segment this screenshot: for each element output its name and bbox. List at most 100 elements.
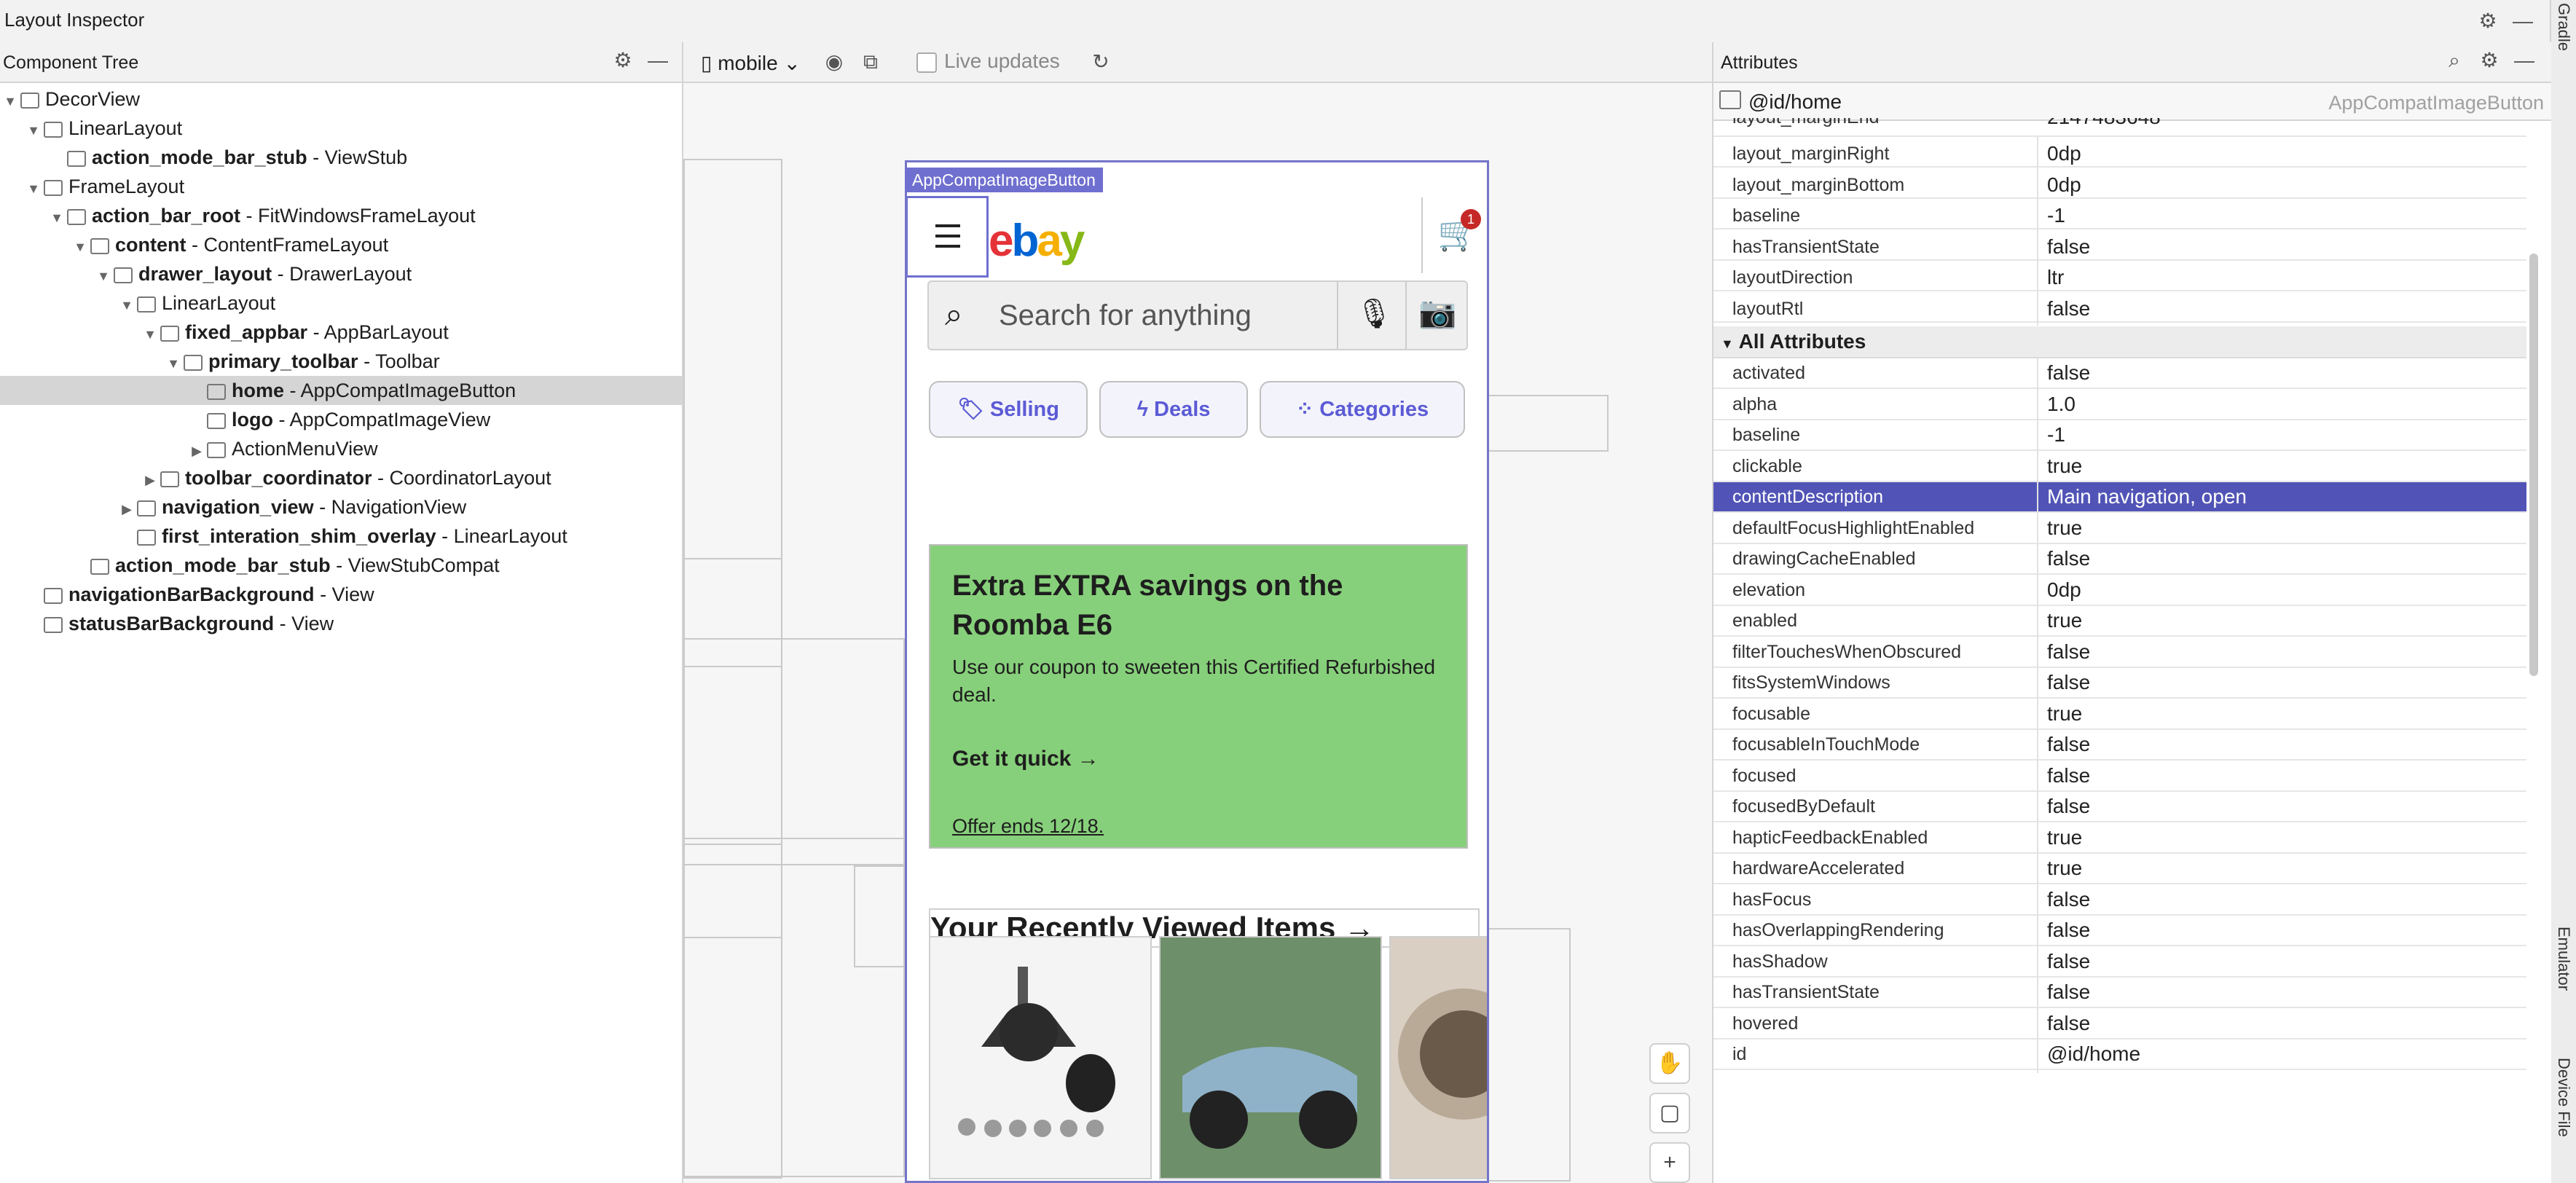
gear-icon[interactable]: ⚙ (2477, 48, 2502, 73)
attribute-row-drawingcacheenabled[interactable]: drawingCacheEnabled false (1713, 544, 2526, 578)
item-thumbnail[interactable] (1159, 936, 1382, 1179)
expand-arrow-icon[interactable]: ▼ (93, 262, 114, 291)
attribute-row[interactable]: baseline -1 (1713, 199, 2526, 232)
tree-row-content[interactable]: ▼ content - ContentFrameLayout (0, 230, 682, 259)
attribute-row-focusedbydefault[interactable]: focusedByDefault false (1713, 792, 2526, 825)
attribute-row[interactable]: layoutDirection ltr (1713, 261, 2526, 294)
live-updates-toggle[interactable]: Live updates (916, 50, 1060, 73)
attribute-row-contentdescription[interactable]: contentDescription Main navigation, open (1713, 482, 2526, 516)
tree-row-drawer-layout[interactable]: ▼ drawer_layout - DrawerLayout (0, 259, 682, 288)
attribute-row-fitssystemwindows[interactable]: fitsSystemWindows false (1713, 668, 2526, 701)
tree-row-first-interation-shim-overlay[interactable]: first_interation_shim_overlay - LinearLa… (0, 522, 682, 551)
expand-arrow-icon[interactable]: ▼ (47, 203, 67, 232)
attribute-value: false (2047, 763, 2091, 787)
microphone-icon[interactable]: 🎙 (1356, 296, 1393, 331)
tree-row-toolbar-coordinator[interactable]: ▶ toolbar_coordinator - CoordinatorLayout (0, 463, 682, 492)
collapsed-arrow-icon[interactable]: ▶ (117, 495, 137, 524)
attribute-row-hastransientstate[interactable]: hasTransientState false (1713, 978, 2526, 1011)
expand-arrow-icon[interactable]: ▼ (1721, 337, 1734, 351)
attribute-row-hasfocus[interactable]: hasFocus false (1713, 884, 2526, 919)
live-updates-checkbox[interactable] (916, 52, 937, 73)
tree-row-statusbarbackground[interactable]: statusBarBackground - View (0, 609, 682, 638)
attribute-row-filtertoucheswhenobscured[interactable]: filterTouchesWhenObscured false (1713, 637, 2526, 671)
tree-row-navigationbarbackground[interactable]: navigationBarBackground - View (0, 580, 682, 609)
promo-ends[interactable]: Offer ends 12/18. (952, 815, 1104, 838)
all-attributes-group[interactable]: ▼ All Attributes (1713, 326, 2526, 358)
expand-arrow-icon[interactable]: ▼ (140, 320, 160, 349)
tree-row-actionmenuview[interactable]: ▶ ActionMenuView (0, 434, 682, 463)
search-bar[interactable]: ⌕ Search for anything 🎙 📷 (927, 280, 1468, 350)
zoom-in-icon[interactable]: + (1649, 1142, 1690, 1183)
tree-row-action-bar-root[interactable]: ▼ action_bar_root - FitWindowsFrameLayout (0, 201, 682, 230)
device-file-tab[interactable]: Device File (2554, 1058, 2573, 1137)
scrollbar[interactable] (2529, 254, 2538, 676)
tree-row-action-mode-bar-stub[interactable]: action_mode_bar_stub - ViewStub (0, 143, 682, 172)
minimize-icon[interactable]: — (2510, 9, 2535, 34)
expand-arrow-icon[interactable]: ▼ (163, 349, 184, 378)
refresh-icon[interactable]: ↻ (1088, 50, 1113, 74)
selling-chip[interactable]: 🏷 Selling (929, 381, 1088, 438)
item-thumbnail[interactable] (929, 936, 1152, 1179)
attribute-row-id[interactable]: id @id/home (1713, 1039, 2526, 1073)
minimize-icon[interactable]: — (2512, 48, 2537, 73)
expand-arrow-icon[interactable]: ▼ (0, 87, 20, 116)
expand-arrow-icon[interactable]: ▼ (23, 174, 44, 203)
promo-cta[interactable]: Get it quick → (952, 747, 1099, 771)
categories-chip[interactable]: ⁘ Categories (1260, 381, 1465, 438)
attribute-row-partial[interactable]: layout_marginEnd 2147483648 (1713, 118, 2526, 137)
attribute-row-focusableintouchmode[interactable]: focusableInTouchMode false (1713, 730, 2526, 763)
attribute-row-enabled[interactable]: enabled true (1713, 606, 2526, 640)
fit-screen-icon[interactable]: ▢ (1649, 1093, 1690, 1133)
promo-banner[interactable]: Extra EXTRA savings on the Roomba E6 Use… (929, 544, 1468, 849)
tree-row-linearlayout[interactable]: ▼ LinearLayout (0, 114, 682, 143)
attribute-row-hasoverlappingrendering[interactable]: hasOverlappingRendering false (1713, 916, 2526, 949)
expand-arrow-icon[interactable]: ▼ (117, 291, 137, 320)
tree-row-logo[interactable]: logo - AppCompatImageView (0, 405, 682, 434)
attribute-row-defaultfocushighlightenabled[interactable]: defaultFocusHighlightEnabled true (1713, 513, 2526, 547)
collapsed-arrow-icon[interactable]: ▶ (140, 465, 160, 495)
tree-row-navigation-view[interactable]: ▶ navigation_view - NavigationView (0, 492, 682, 522)
attribute-row-alpha[interactable]: alpha 1.0 (1713, 389, 2526, 423)
tree-row-linearlayout[interactable]: ▼ LinearLayout (0, 288, 682, 318)
attribute-row-elevation[interactable]: elevation 0dp (1713, 575, 2526, 609)
minimize-icon[interactable]: — (645, 48, 670, 73)
tree-row-decorview[interactable]: ▼ DecorView (0, 84, 682, 114)
camera-icon[interactable]: 📷 (1418, 295, 1456, 331)
attribute-row-focused[interactable]: focused false (1713, 760, 2526, 795)
deals-chip[interactable]: ϟ Deals (1099, 381, 1248, 438)
tree-row-primary-toolbar[interactable]: ▼ primary_toolbar - Toolbar (0, 347, 682, 376)
device-selector[interactable]: ▯ mobile ⌄ (701, 51, 801, 75)
gear-icon[interactable]: ⚙ (2475, 9, 2500, 34)
pan-hand-icon[interactable]: ✋ (1649, 1043, 1690, 1084)
emulator-tab[interactable]: Emulator (2554, 927, 2573, 991)
cart-button[interactable]: 🛒 1 (1421, 197, 1487, 273)
attribute-row-clickable[interactable]: clickable true (1713, 451, 2526, 485)
attribute-row-activated[interactable]: activated false (1713, 358, 2526, 392)
snapshot-icon[interactable]: ⧉ (858, 50, 883, 74)
attribute-row-hovered[interactable]: hovered false (1713, 1008, 2526, 1042)
expand-arrow-icon[interactable]: ▼ (70, 232, 90, 262)
attribute-row-hasshadow[interactable]: hasShadow false (1713, 946, 2526, 980)
attribute-row[interactable]: layout_marginRight 0dp (1713, 137, 2526, 170)
tree-row-framelayout[interactable]: ▼ FrameLayout (0, 172, 682, 201)
tree-row-home[interactable]: home - AppCompatImageButton (0, 376, 682, 405)
search-icon[interactable]: ⌕ (2442, 48, 2467, 73)
attribute-row-baseline[interactable]: baseline -1 (1713, 420, 2526, 454)
attribute-row[interactable]: hasTransientState false (1713, 229, 2526, 264)
attribute-row-hardwareaccelerated[interactable]: hardwareAccelerated true (1713, 854, 2526, 887)
attribute-row-hapticfeedbackenabled[interactable]: hapticFeedbackEnabled true (1713, 822, 2526, 857)
item-thumbnail[interactable] (1389, 936, 1487, 1179)
tree-row-action-mode-bar-stub[interactable]: action_mode_bar_stub - ViewStubCompat (0, 551, 682, 580)
eye-icon[interactable]: ◉ (822, 50, 847, 74)
device-preview[interactable]: ebay 🛒 1 ⌕ Search for anything 🎙 📷 🏷 Sel… (905, 160, 1489, 1183)
gear-icon[interactable]: ⚙ (610, 48, 635, 73)
collapsed-arrow-icon[interactable]: ▶ (186, 436, 207, 465)
gradle-tab[interactable]: Gradle (2554, 3, 2573, 51)
attribute-row-focusable[interactable]: focusable true (1713, 699, 2526, 733)
tree-row-fixed-appbar[interactable]: ▼ fixed_appbar - AppBarLayout (0, 318, 682, 347)
expand-arrow-icon[interactable]: ▼ (23, 116, 44, 145)
attribute-row[interactable]: layout_marginBottom 0dp (1713, 168, 2526, 202)
attribute-row[interactable]: layoutRtl false (1713, 291, 2526, 326)
search-input[interactable]: Search for anything (999, 299, 1252, 332)
home-button[interactable] (907, 196, 989, 278)
